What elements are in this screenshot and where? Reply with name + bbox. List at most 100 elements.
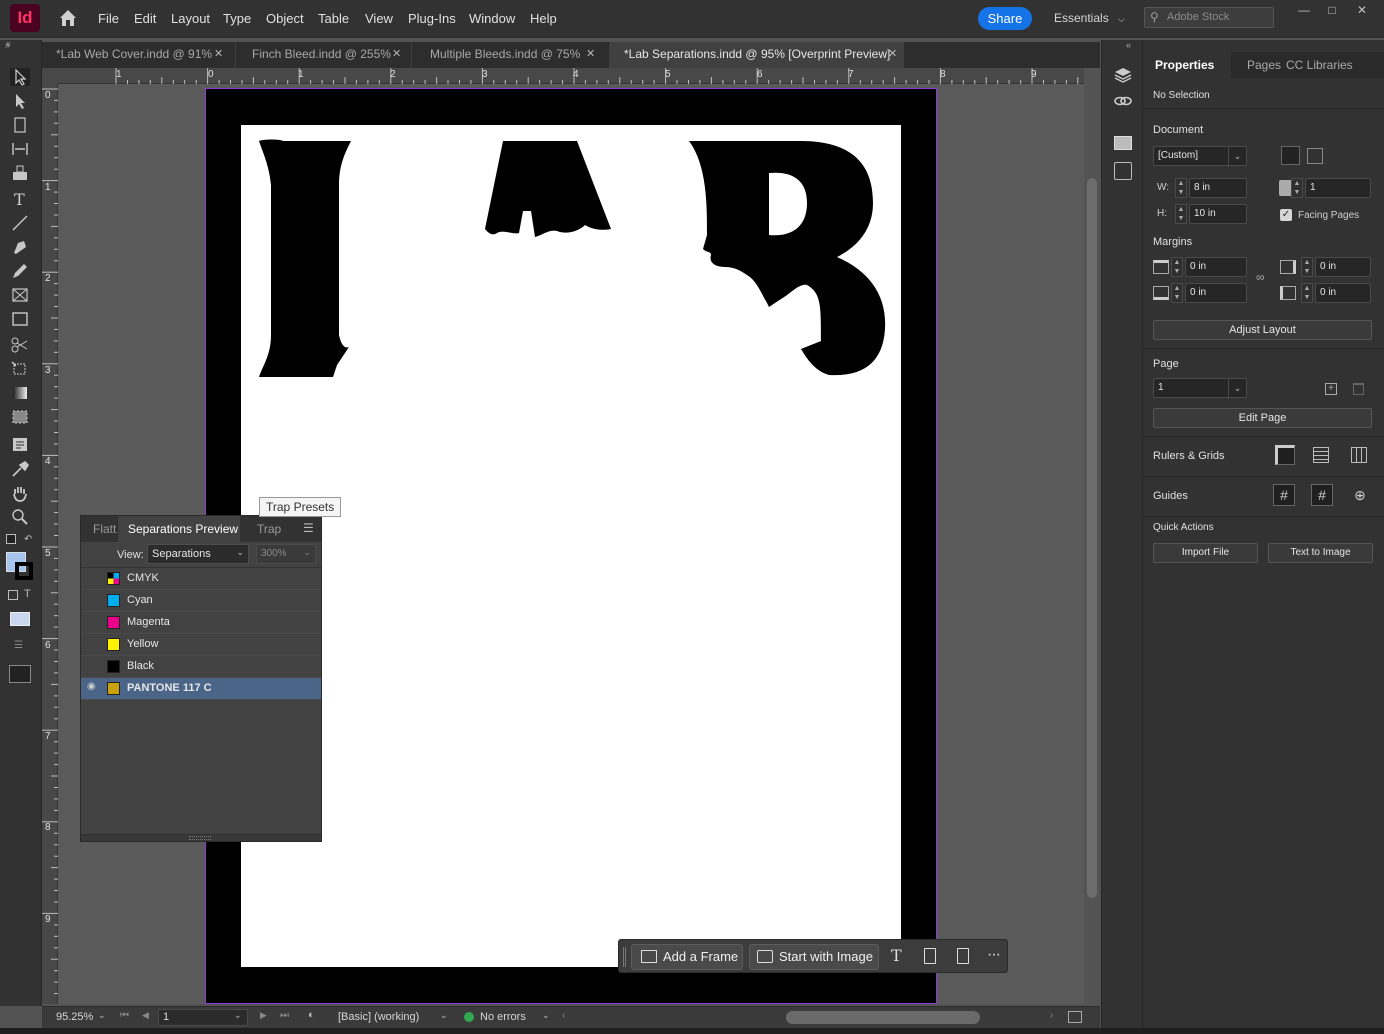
- scroll-right-icon[interactable]: ›: [1050, 1010, 1053, 1021]
- visibility-eye-icon[interactable]: [87, 659, 101, 673]
- note-tool-icon[interactable]: [10, 436, 30, 454]
- view-dropdown[interactable]: Separations ⌄: [147, 544, 249, 564]
- margin-right-field[interactable]: 0 in: [1315, 283, 1371, 303]
- menu-type[interactable]: Type: [223, 11, 251, 26]
- page-dropdown[interactable]: 1 ⌄: [1153, 378, 1247, 399]
- content-collector-icon[interactable]: [10, 164, 30, 182]
- first-page-icon[interactable]: ⏮: [120, 1010, 129, 1021]
- workspace-switcher[interactable]: Essentials ⌵: [1054, 11, 1125, 25]
- menu-file[interactable]: File: [98, 11, 119, 26]
- text-icon[interactable]: T: [891, 946, 902, 965]
- lock-guides-icon[interactable]: #: [1311, 484, 1333, 506]
- menu-table[interactable]: Table: [318, 11, 349, 26]
- close-window-icon[interactable]: ✕: [1352, 3, 1372, 17]
- margin-top-stepper[interactable]: ▲ ▼: [1171, 257, 1183, 277]
- link-margins-icon[interactable]: ∞: [1256, 270, 1265, 284]
- pages-stepper[interactable]: ▲ ▼: [1291, 178, 1303, 198]
- separation-row[interactable]: Cyan: [81, 590, 321, 612]
- direct-selection-tool-icon[interactable]: [10, 92, 30, 110]
- height-stepper[interactable]: ▲ ▼: [1175, 204, 1187, 224]
- separation-row[interactable]: Yellow: [81, 634, 321, 656]
- tab-lab-separations[interactable]: *Lab Separations.indd @ 95% [Overprint P…: [610, 42, 904, 68]
- document-page[interactable]: [241, 125, 901, 967]
- default-fill-stroke-icon[interactable]: [6, 534, 16, 544]
- margin-bottom-field[interactable]: 0 in: [1185, 283, 1247, 303]
- tab-pages[interactable]: Pages: [1247, 58, 1281, 72]
- portrait-orientation-icon[interactable]: [1281, 146, 1300, 165]
- zoom-tool-icon[interactable]: [10, 508, 30, 526]
- preflight-profile[interactable]: [Basic] (working): [338, 1011, 419, 1023]
- menu-view[interactable]: View: [365, 11, 393, 26]
- separation-row[interactable]: CMYK: [81, 568, 321, 590]
- vertical-ruler[interactable]: 0 1 2 3 4 5 6 7 8 9: [42, 84, 58, 1004]
- ruler-origin[interactable]: [42, 68, 58, 84]
- gradient-tool-icon[interactable]: [10, 384, 30, 402]
- document-grid-icon[interactable]: [1351, 447, 1367, 463]
- adobe-stock-search-input[interactable]: ⚲ Adobe Stock: [1144, 7, 1274, 28]
- tab-properties[interactable]: Properties: [1155, 58, 1214, 72]
- more-options-icon[interactable]: ···: [987, 946, 1001, 964]
- separation-row[interactable]: ◉ PANTONE 117 C: [81, 678, 321, 700]
- home-icon[interactable]: [58, 8, 78, 28]
- gradient-feather-tool-icon[interactable]: [10, 408, 30, 426]
- menu-help[interactable]: Help: [530, 11, 557, 26]
- add-page-icon[interactable]: +: [1325, 383, 1337, 395]
- width-field[interactable]: 8 in: [1189, 178, 1247, 198]
- visibility-eye-icon[interactable]: ◉: [87, 681, 101, 695]
- margin-bottom-stepper[interactable]: ▲ ▼: [1171, 283, 1183, 303]
- apply-color-icon[interactable]: [10, 612, 30, 626]
- expand-panels-icon[interactable]: «: [1126, 40, 1131, 50]
- tab-flattener[interactable]: Flatt: [93, 522, 116, 536]
- margin-right-stepper[interactable]: ▲ ▼: [1301, 283, 1313, 303]
- margin-left-stepper[interactable]: ▲ ▼: [1301, 257, 1313, 277]
- menu-layout[interactable]: Layout: [171, 11, 210, 26]
- width-stepper[interactable]: ▲ ▼: [1175, 178, 1187, 198]
- facing-pages-checkbox[interactable]: ✓: [1280, 209, 1292, 221]
- separation-row[interactable]: Magenta: [81, 612, 321, 634]
- close-icon[interactable]: ✕: [586, 42, 595, 66]
- type-tool-icon[interactable]: T: [10, 190, 30, 209]
- menu-window[interactable]: Window: [469, 11, 515, 26]
- panel-menu-icon[interactable]: ☰: [303, 521, 314, 535]
- zoom-level[interactable]: 95.25%: [56, 1011, 93, 1023]
- height-field[interactable]: 10 in: [1189, 204, 1247, 224]
- tab-multiple-bleeds[interactable]: Multiple Bleeds.indd @ 75% ✕: [416, 42, 610, 68]
- pages-count-field[interactable]: 1: [1305, 178, 1371, 198]
- eyedropper-tool-icon[interactable]: [10, 460, 30, 478]
- visibility-eye-icon[interactable]: [87, 593, 101, 607]
- scroll-left-icon[interactable]: ‹: [562, 1010, 565, 1021]
- share-button[interactable]: Share: [978, 7, 1032, 30]
- taskbar-grip-icon[interactable]: [623, 947, 626, 967]
- close-icon[interactable]: ✕: [392, 42, 401, 66]
- previous-page-icon[interactable]: ◀: [142, 1010, 149, 1021]
- import-file-button[interactable]: Import File: [1153, 543, 1258, 563]
- stroke-swatch[interactable]: [15, 562, 33, 580]
- visibility-eye-icon[interactable]: [87, 637, 101, 651]
- chevron-down-icon[interactable]: ⌄: [440, 1010, 448, 1021]
- visibility-eye-icon[interactable]: [87, 615, 101, 629]
- rectangle-frame-tool-icon[interactable]: [10, 286, 30, 304]
- place-file-icon[interactable]: [957, 948, 969, 964]
- tab-cc-libraries[interactable]: CC Libraries: [1286, 58, 1353, 72]
- tab-trap[interactable]: Trap: [257, 522, 281, 536]
- show-guides-icon[interactable]: #: [1273, 484, 1295, 506]
- close-icon[interactable]: ✕: [214, 42, 223, 66]
- view-mode-icon[interactable]: ☰: [14, 640, 23, 651]
- rectangle-tool-icon[interactable]: [10, 310, 30, 328]
- close-icon[interactable]: ✕: [888, 42, 897, 66]
- scissors-tool-icon[interactable]: [10, 336, 30, 354]
- adjust-layout-button[interactable]: Adjust Layout: [1153, 320, 1372, 340]
- menu-plugins[interactable]: Plug-Ins: [408, 11, 456, 26]
- add-a-frame-button[interactable]: Add a Frame: [631, 944, 743, 970]
- links-icon[interactable]: [1114, 94, 1132, 108]
- margin-top-field[interactable]: 0 in: [1185, 257, 1247, 277]
- cc-libraries-icon[interactable]: [1114, 162, 1132, 180]
- horizontal-ruler[interactable]: 1 0 1 2 3 4 5 6 7 8 9: [58, 68, 1084, 84]
- collapse-panels-icon[interactable]: «: [6, 38, 11, 48]
- document-preset-dropdown[interactable]: [Custom] ⌄: [1153, 146, 1247, 167]
- text-to-image-button[interactable]: Text to Image: [1268, 543, 1373, 563]
- maximize-icon[interactable]: □: [1322, 3, 1342, 17]
- chevron-down-icon[interactable]: ⌄: [542, 1010, 550, 1021]
- menu-object[interactable]: Object: [266, 11, 304, 26]
- panel-resize-grip[interactable]: [81, 834, 321, 841]
